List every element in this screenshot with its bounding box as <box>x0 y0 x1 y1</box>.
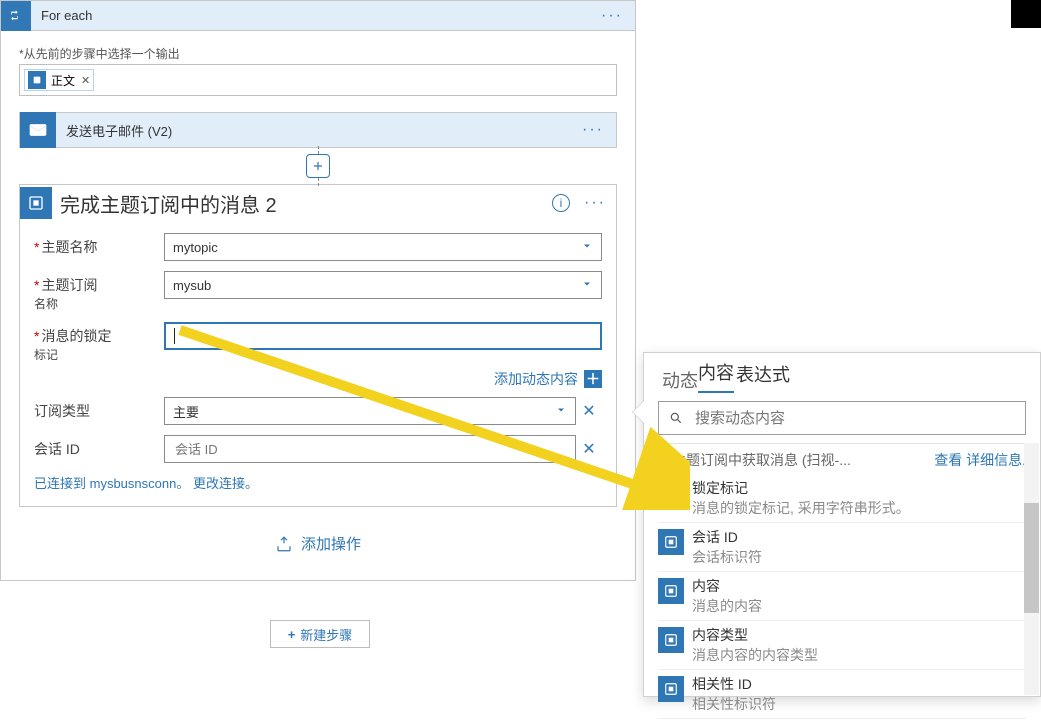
foreach-container: For each ··· *从先前的步骤中选择一个输出 正文 ✕ 发送电子邮件 … <box>0 0 636 581</box>
card-title: 完成主题订阅中的消息 2 <box>60 189 552 218</box>
row-topic: *主题名称 mytopic <box>34 233 602 261</box>
send-email-title: 发送电子邮件 (V2) <box>56 121 570 140</box>
dynamic-content-flyout: 动态 动态内容内容 表达式 从主题订阅中获取消息 (扫视-... 查看 详细信息… <box>643 352 1041 697</box>
item-desc: 会话标识符 <box>692 547 762 567</box>
servicebus-icon <box>658 578 684 604</box>
add-dynamic-row: 添加动态内容 ＋ <box>164 369 602 389</box>
flyout-item[interactable]: 锁定标记消息的锁定标记, 采用字符串形式。 <box>658 478 1026 523</box>
loop-icon <box>1 1 31 31</box>
foreach-header[interactable]: For each ··· <box>1 1 635 31</box>
add-dynamic-link[interactable]: 添加动态内容 <box>494 369 578 389</box>
info-icon[interactable]: i <box>552 194 570 212</box>
item-title: 会话 ID <box>692 527 762 547</box>
flyout-item[interactable]: 内容类型消息内容的内容类型 <box>658 625 1026 670</box>
flyout-item-list: 锁定标记消息的锁定标记, 采用字符串形式。会话 ID会话标识符内容消息的内容内容… <box>644 474 1040 723</box>
card-menu-button[interactable]: ··· <box>580 194 610 212</box>
locktoken-field[interactable] <box>175 328 593 345</box>
row-subscription: *主题订阅名称 mysub <box>34 271 602 312</box>
locktoken-input[interactable] <box>164 322 602 350</box>
plus-icon: + <box>288 627 296 642</box>
item-title: 内容 <box>692 576 762 596</box>
subscription-select[interactable]: mysub <box>164 271 602 299</box>
item-title: 锁定标记 <box>692 478 910 498</box>
tab-dynamic-prefix: 动态 <box>662 367 698 393</box>
item-title: 相关性 ID <box>692 674 776 694</box>
servicebus-icon <box>658 480 684 506</box>
topic-label: 主题名称 <box>41 239 97 255</box>
output-selector[interactable]: 正文 ✕ <box>19 64 617 96</box>
item-desc: 消息的内容 <box>692 596 762 616</box>
section-title: 从主题订阅中获取消息 (扫视-... <box>658 450 851 470</box>
card-header[interactable]: 完成主题订阅中的消息 2 i ··· <box>20 185 616 221</box>
token-remove-icon[interactable]: ✕ <box>81 74 90 87</box>
add-action-link[interactable]: 添加操作 <box>19 533 617 554</box>
lock-label-2: 标记 <box>34 348 58 362</box>
token-icon <box>28 71 46 89</box>
sub-value: mysub <box>173 278 211 293</box>
topic-value: mytopic <box>173 240 218 255</box>
row-session: 会话 ID ✕ <box>34 435 602 463</box>
chevron-down-icon <box>581 278 593 293</box>
sub-label-2: 名称 <box>34 297 58 311</box>
row-subtype: 订阅类型 主要 ✕ <box>34 397 602 425</box>
new-step-button[interactable]: + 新建步骤 <box>270 620 370 648</box>
send-email-menu-button[interactable]: ··· <box>570 121 616 139</box>
foreach-menu-button[interactable]: ··· <box>589 7 635 25</box>
servicebus-icon <box>658 627 684 653</box>
servicebus-icon <box>658 676 684 702</box>
subtype-label: 订阅类型 <box>34 403 90 419</box>
servicebus-icon <box>658 529 684 555</box>
new-step-label: 新建步骤 <box>300 625 352 644</box>
subtype-value: 主要 <box>173 402 199 421</box>
clear-subtype-icon[interactable]: ✕ <box>576 401 602 421</box>
insert-step-button[interactable] <box>306 154 330 178</box>
item-desc: 消息的锁定标记, 采用字符串形式。 <box>692 498 910 518</box>
servicebus-icon <box>20 187 52 219</box>
session-input[interactable] <box>173 441 567 458</box>
session-label: 会话 ID <box>34 441 80 457</box>
flyout-item[interactable]: 内容消息的内容 <box>658 576 1026 621</box>
send-email-step[interactable]: 发送电子邮件 (V2) ··· <box>19 112 617 148</box>
body-token[interactable]: 正文 ✕ <box>24 69 94 91</box>
conn-text: 已连接到 mysbusnsconn。 <box>34 476 189 491</box>
clear-session-icon[interactable]: ✕ <box>576 439 602 459</box>
outlook-icon <box>20 112 56 148</box>
row-locktoken: *消息的锁定标记 <box>34 322 602 363</box>
right-panel-handle[interactable] <box>1011 0 1041 28</box>
flyout-search[interactable] <box>658 401 1026 435</box>
item-desc: 相关性标识符 <box>692 694 776 714</box>
complete-message-card: 完成主题订阅中的消息 2 i ··· *主题名称 mytopic *主题订阅名称 <box>19 184 617 507</box>
tab-dynamic[interactable]: 动态内容内容 <box>698 359 734 393</box>
scrollbar-thumb[interactable] <box>1024 503 1039 613</box>
flyout-section-header: 从主题订阅中获取消息 (扫视-... 查看 详细信息. <box>658 443 1026 470</box>
sub-label-1: 主题订阅 <box>41 277 97 293</box>
output-hint: *从先前的步骤中选择一个输出 <box>19 45 617 62</box>
tab-expression[interactable]: 表达式 <box>736 361 790 393</box>
foreach-body: *从先前的步骤中选择一个输出 正文 ✕ 发送电子邮件 (V2) ··· 完成主题… <box>1 31 635 580</box>
foreach-title: For each <box>31 8 589 23</box>
add-dynamic-button[interactable]: ＋ <box>584 370 602 388</box>
token-label: 正文 <box>51 72 75 89</box>
flyout-search-input[interactable] <box>693 409 1015 428</box>
change-connection-link[interactable]: 更改连接。 <box>193 476 258 491</box>
chevron-down-icon <box>581 240 593 255</box>
search-icon <box>669 411 683 425</box>
section-more-link[interactable]: 查看 详细信息. <box>934 450 1026 470</box>
subtype-select[interactable]: 主要 <box>164 397 576 425</box>
flyout-scrollbar[interactable] <box>1024 443 1039 695</box>
flyout-tabs: 动态 动态内容内容 表达式 <box>644 353 1040 393</box>
topic-select[interactable]: mytopic <box>164 233 602 261</box>
chevron-down-icon <box>555 404 567 419</box>
session-input-wrap[interactable] <box>164 435 576 463</box>
connection-row: 已连接到 mysbusnsconn。 更改连接。 <box>34 473 602 492</box>
add-action-label: 添加操作 <box>301 533 361 554</box>
lock-label-1: 消息的锁定 <box>41 328 111 344</box>
item-title: 内容类型 <box>692 625 818 645</box>
item-desc: 消息内容的内容类型 <box>692 645 818 665</box>
flyout-item[interactable]: 会话 ID会话标识符 <box>658 527 1026 572</box>
